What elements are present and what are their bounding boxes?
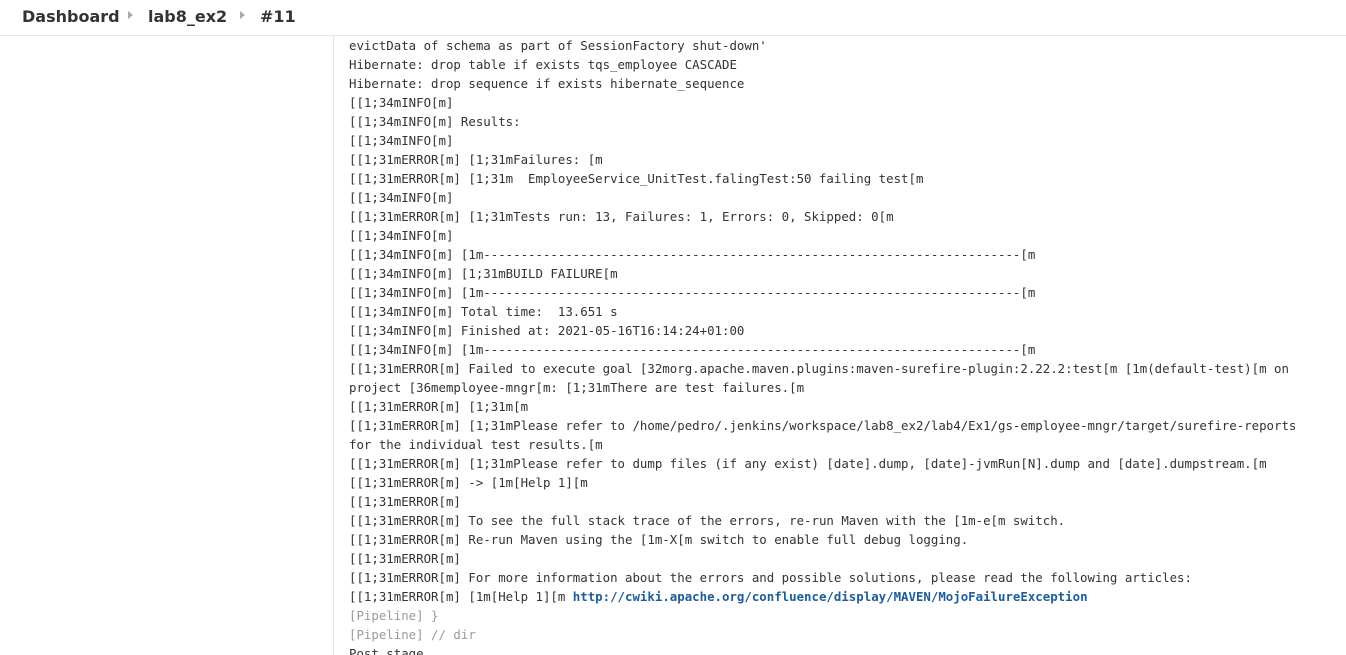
console-line: Hibernate: drop sequence if exists hiber…: [349, 76, 745, 91]
help-prefix: [[1;31mERROR[m] [1m[Help 1][m: [349, 589, 573, 604]
console-line: [[1;31mERROR[m] [1;31mTests run: 13, Fai…: [349, 209, 894, 224]
console-line: [[1;31mERROR[m] [1;31mPlease refer to du…: [349, 456, 1267, 471]
console-line: [[1;34mINFO[m] [1m----------------------…: [349, 247, 1036, 262]
console-line: [[1;34mINFO[m] [1;31mBUILD FAILURE[m: [349, 266, 618, 281]
console-line: [[1;31mERROR[m] [1;31m[m: [349, 399, 529, 414]
console-line: [[1;34mINFO[m]: [349, 228, 454, 243]
breadcrumb-dashboard[interactable]: Dashboard: [22, 7, 120, 26]
console-line: [[1;31mERROR[m]: [349, 494, 461, 509]
console-line: Hibernate: drop table if exists tqs_empl…: [349, 57, 737, 72]
console-line: [[1;31mERROR[m] For more information abo…: [349, 570, 1192, 585]
console-line-help: [[1;31mERROR[m] [1m[Help 1][m http://cwi…: [349, 587, 1329, 606]
console-line: [[1;31mERROR[m]: [349, 551, 461, 566]
chevron-right-icon[interactable]: [128, 11, 133, 19]
console-line: project [36memployee-mngr[m: [1;31mThere…: [349, 380, 805, 395]
chevron-right-icon[interactable]: [240, 11, 245, 19]
console-line: [[1;31mERROR[m] Failed to execute goal […: [349, 361, 1289, 376]
breadcrumb-job[interactable]: lab8_ex2: [148, 7, 227, 26]
pipeline-line: [Pipeline] }: [349, 608, 439, 623]
console-line: [[1;34mINFO[m] [1m----------------------…: [349, 285, 1036, 300]
pipeline-line: [Pipeline] // dir: [349, 627, 476, 642]
console-line: for the individual test results.[m: [349, 437, 603, 452]
console-line: [[1;34mINFO[m] [1m----------------------…: [349, 342, 1036, 357]
console-line: [[1;34mINFO[m] Total time: 13.651 s: [349, 304, 618, 319]
breadcrumb-bar: Dashboard lab8_ex2 #11: [0, 0, 1346, 36]
console-line: [[1;34mINFO[m]: [349, 95, 454, 110]
console-line: [[1;34mINFO[m]: [349, 133, 454, 148]
console-line: [[1;31mERROR[m] [1;31mFailures: [m: [349, 152, 603, 167]
console-line: [[1;34mINFO[m]: [349, 190, 454, 205]
console-line: [[1;31mERROR[m] [1;31mPlease refer to /h…: [349, 418, 1297, 433]
console-line: [[1;31mERROR[m] To see the full stack tr…: [349, 513, 1066, 528]
console-line: [[1;31mERROR[m] Re-run Maven using the […: [349, 532, 969, 547]
sidebar: [0, 36, 333, 655]
divider: [333, 36, 334, 655]
post-stage-line: Post stage: [349, 646, 424, 655]
console-line: [[1;34mINFO[m] Finished at: 2021-05-16T1…: [349, 323, 745, 338]
console-line: [[1;34mINFO[m] Results:: [349, 114, 521, 129]
console-line: [[1;31mERROR[m] -> [1m[Help 1][m: [349, 475, 588, 490]
console-output: evictData of schema as part of SessionFa…: [349, 36, 1329, 655]
console-line: [[1;31mERROR[m] [1;31m EmployeeService_U…: [349, 171, 924, 186]
console-line: evictData of schema as part of SessionFa…: [349, 38, 767, 53]
breadcrumb-build[interactable]: #11: [260, 7, 296, 26]
help-link[interactable]: http://cwiki.apache.org/confluence/displ…: [573, 589, 1088, 604]
